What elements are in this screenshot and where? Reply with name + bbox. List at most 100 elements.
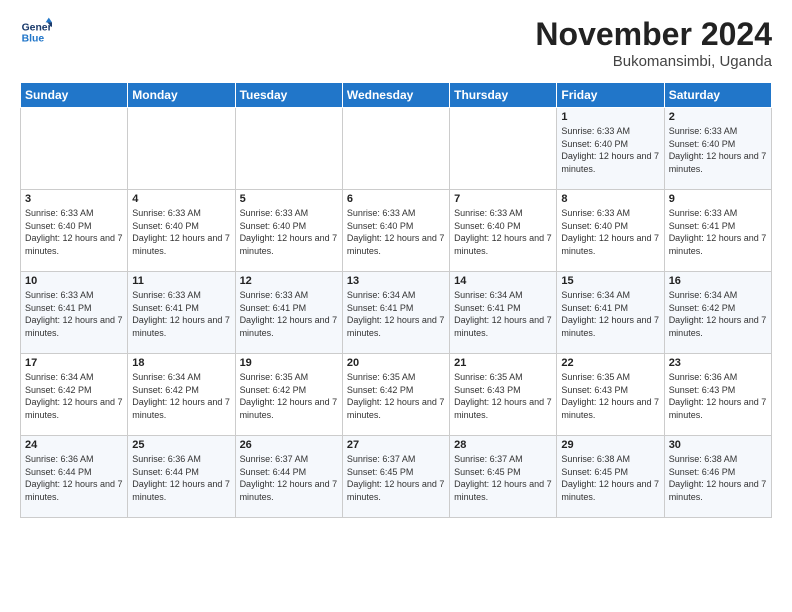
weekday-header: Wednesday [342,83,449,108]
cell-details: Sunrise: 6:33 AMSunset: 6:40 PMDaylight:… [240,207,338,257]
day-number: 6 [347,193,445,205]
calendar-cell: 11 Sunrise: 6:33 AMSunset: 6:41 PMDayligh… [128,272,235,354]
day-number: 3 [25,193,123,205]
cell-details: Sunrise: 6:34 AMSunset: 6:41 PMDaylight:… [347,289,445,339]
cell-details: Sunrise: 6:36 AMSunset: 6:44 PMDaylight:… [132,453,230,503]
cell-details: Sunrise: 6:35 AMSunset: 6:42 PMDaylight:… [240,371,338,421]
page: General Blue November 2024 Bukomansimbi,… [0,0,792,530]
calendar-cell: 16 Sunrise: 6:34 AMSunset: 6:42 PMDayligh… [664,272,771,354]
cell-details: Sunrise: 6:38 AMSunset: 6:45 PMDaylight:… [561,453,659,503]
cell-details: Sunrise: 6:34 AMSunset: 6:41 PMDaylight:… [561,289,659,339]
cell-details: Sunrise: 6:37 AMSunset: 6:45 PMDaylight:… [454,453,552,503]
day-number: 25 [132,439,230,451]
day-number: 16 [669,275,767,287]
calendar-cell: 12 Sunrise: 6:33 AMSunset: 6:41 PMDayligh… [235,272,342,354]
calendar-cell: 18 Sunrise: 6:34 AMSunset: 6:42 PMDayligh… [128,354,235,436]
calendar-cell: 14 Sunrise: 6:34 AMSunset: 6:41 PMDayligh… [450,272,557,354]
day-number: 27 [347,439,445,451]
calendar-cell: 22Sunrise: 6:35 AMSunset: 6:43 PMDayligh… [557,354,664,436]
day-number: 4 [132,193,230,205]
calendar-cell [342,108,449,190]
svg-text:Blue: Blue [22,34,45,45]
day-number: 23 [669,357,767,369]
day-number: 12 [240,275,338,287]
calendar-cell: 15 Sunrise: 6:34 AMSunset: 6:41 PMDayligh… [557,272,664,354]
calendar-week-row: 10 Sunrise: 6:33 AMSunset: 6:41 PMDayligh… [21,272,772,354]
day-number: 29 [561,439,659,451]
cell-details: Sunrise: 6:33 AMSunset: 6:40 PMDaylight:… [454,207,552,257]
calendar-cell: 25 Sunrise: 6:36 AMSunset: 6:44 PMDayligh… [128,436,235,518]
day-number: 1 [561,111,659,123]
logo: General Blue [20,16,52,48]
day-number: 2 [669,111,767,123]
day-number: 17 [25,357,123,369]
calendar-week-row: 24 Sunrise: 6:36 AMSunset: 6:44 PMDayligh… [21,436,772,518]
day-number: 9 [669,193,767,205]
calendar-cell: 5 Sunrise: 6:33 AMSunset: 6:40 PMDaylight… [235,190,342,272]
cell-details: Sunrise: 6:33 AMSunset: 6:41 PMDaylight:… [25,289,123,339]
cell-details: Sunrise: 6:33 AMSunset: 6:40 PMDaylight:… [561,125,659,175]
day-number: 21 [454,357,552,369]
calendar-week-row: 1 Sunrise: 6:33 AMSunset: 6:40 PMDaylight… [21,108,772,190]
weekday-header: Thursday [450,83,557,108]
day-number: 24 [25,439,123,451]
calendar-cell: 23 Sunrise: 6:36 AMSunset: 6:43 PMDayligh… [664,354,771,436]
calendar-cell: 26 Sunrise: 6:37 AMSunset: 6:44 PMDayligh… [235,436,342,518]
cell-details: Sunrise: 6:35 AMSunset: 6:43 PMDaylight:… [454,371,552,421]
cell-details: Sunrise: 6:34 AMSunset: 6:41 PMDaylight:… [454,289,552,339]
calendar-cell: 28 Sunrise: 6:37 AMSunset: 6:45 PMDayligh… [450,436,557,518]
cell-details: Sunrise: 6:33 AMSunset: 6:41 PMDaylight:… [132,289,230,339]
cell-details: Sunrise: 6:37 AMSunset: 6:44 PMDaylight:… [240,453,338,503]
day-number: 11 [132,275,230,287]
calendar-cell: 20Sunrise: 6:35 AMSunset: 6:42 PMDayligh… [342,354,449,436]
calendar-cell [128,108,235,190]
day-number: 5 [240,193,338,205]
cell-details: Sunrise: 6:33 AMSunset: 6:41 PMDaylight:… [240,289,338,339]
cell-details: Sunrise: 6:36 AMSunset: 6:43 PMDaylight:… [669,371,767,421]
weekday-header: Friday [557,83,664,108]
cell-details: Sunrise: 6:33 AMSunset: 6:40 PMDaylight:… [561,207,659,257]
weekday-header: Sunday [21,83,128,108]
logo-icon: General Blue [20,16,52,48]
day-number: 7 [454,193,552,205]
calendar-week-row: 3 Sunrise: 6:33 AMSunset: 6:40 PMDaylight… [21,190,772,272]
calendar-cell: 30 Sunrise: 6:38 AMSunset: 6:46 PMDayligh… [664,436,771,518]
day-number: 28 [454,439,552,451]
header: General Blue November 2024 Bukomansimbi,… [20,16,772,70]
calendar-cell: 17Sunrise: 6:34 AMSunset: 6:42 PMDayligh… [21,354,128,436]
cell-details: Sunrise: 6:38 AMSunset: 6:46 PMDaylight:… [669,453,767,503]
calendar-cell: 27Sunrise: 6:37 AMSunset: 6:45 PMDayligh… [342,436,449,518]
calendar-cell: 4 Sunrise: 6:33 AMSunset: 6:40 PMDaylight… [128,190,235,272]
cell-details: Sunrise: 6:34 AMSunset: 6:42 PMDaylight:… [132,371,230,421]
calendar-cell: 7 Sunrise: 6:33 AMSunset: 6:40 PMDaylight… [450,190,557,272]
cell-details: Sunrise: 6:33 AMSunset: 6:40 PMDaylight:… [132,207,230,257]
day-number: 13 [347,275,445,287]
calendar-cell: 1 Sunrise: 6:33 AMSunset: 6:40 PMDaylight… [557,108,664,190]
day-number: 26 [240,439,338,451]
day-number: 18 [132,357,230,369]
cell-details: Sunrise: 6:36 AMSunset: 6:44 PMDaylight:… [25,453,123,503]
calendar-cell: 6 Sunrise: 6:33 AMSunset: 6:40 PMDaylight… [342,190,449,272]
title-block: November 2024 Bukomansimbi, Uganda [535,16,772,70]
calendar-cell: 9Sunrise: 6:33 AMSunset: 6:41 PMDaylight… [664,190,771,272]
calendar-cell: 3Sunrise: 6:33 AMSunset: 6:40 PMDaylight… [21,190,128,272]
calendar-cell: 2 Sunrise: 6:33 AMSunset: 6:40 PMDaylight… [664,108,771,190]
calendar-cell: 10 Sunrise: 6:33 AMSunset: 6:41 PMDayligh… [21,272,128,354]
calendar-cell: 19Sunrise: 6:35 AMSunset: 6:42 PMDayligh… [235,354,342,436]
weekday-header: Saturday [664,83,771,108]
cell-details: Sunrise: 6:33 AMSunset: 6:40 PMDaylight:… [669,125,767,175]
day-number: 10 [25,275,123,287]
calendar-cell: 21 Sunrise: 6:35 AMSunset: 6:43 PMDayligh… [450,354,557,436]
calendar-cell: 24 Sunrise: 6:36 AMSunset: 6:44 PMDayligh… [21,436,128,518]
calendar-cell: 13 Sunrise: 6:34 AMSunset: 6:41 PMDayligh… [342,272,449,354]
header-row: SundayMondayTuesdayWednesdayThursdayFrid… [21,83,772,108]
weekday-header: Monday [128,83,235,108]
cell-details: Sunrise: 6:34 AMSunset: 6:42 PMDaylight:… [669,289,767,339]
location: Bukomansimbi, Uganda [535,53,772,70]
calendar-cell: 29 Sunrise: 6:38 AMSunset: 6:45 PMDayligh… [557,436,664,518]
day-number: 30 [669,439,767,451]
cell-details: Sunrise: 6:33 AMSunset: 6:40 PMDaylight:… [347,207,445,257]
day-number: 14 [454,275,552,287]
day-number: 22 [561,357,659,369]
day-number: 15 [561,275,659,287]
